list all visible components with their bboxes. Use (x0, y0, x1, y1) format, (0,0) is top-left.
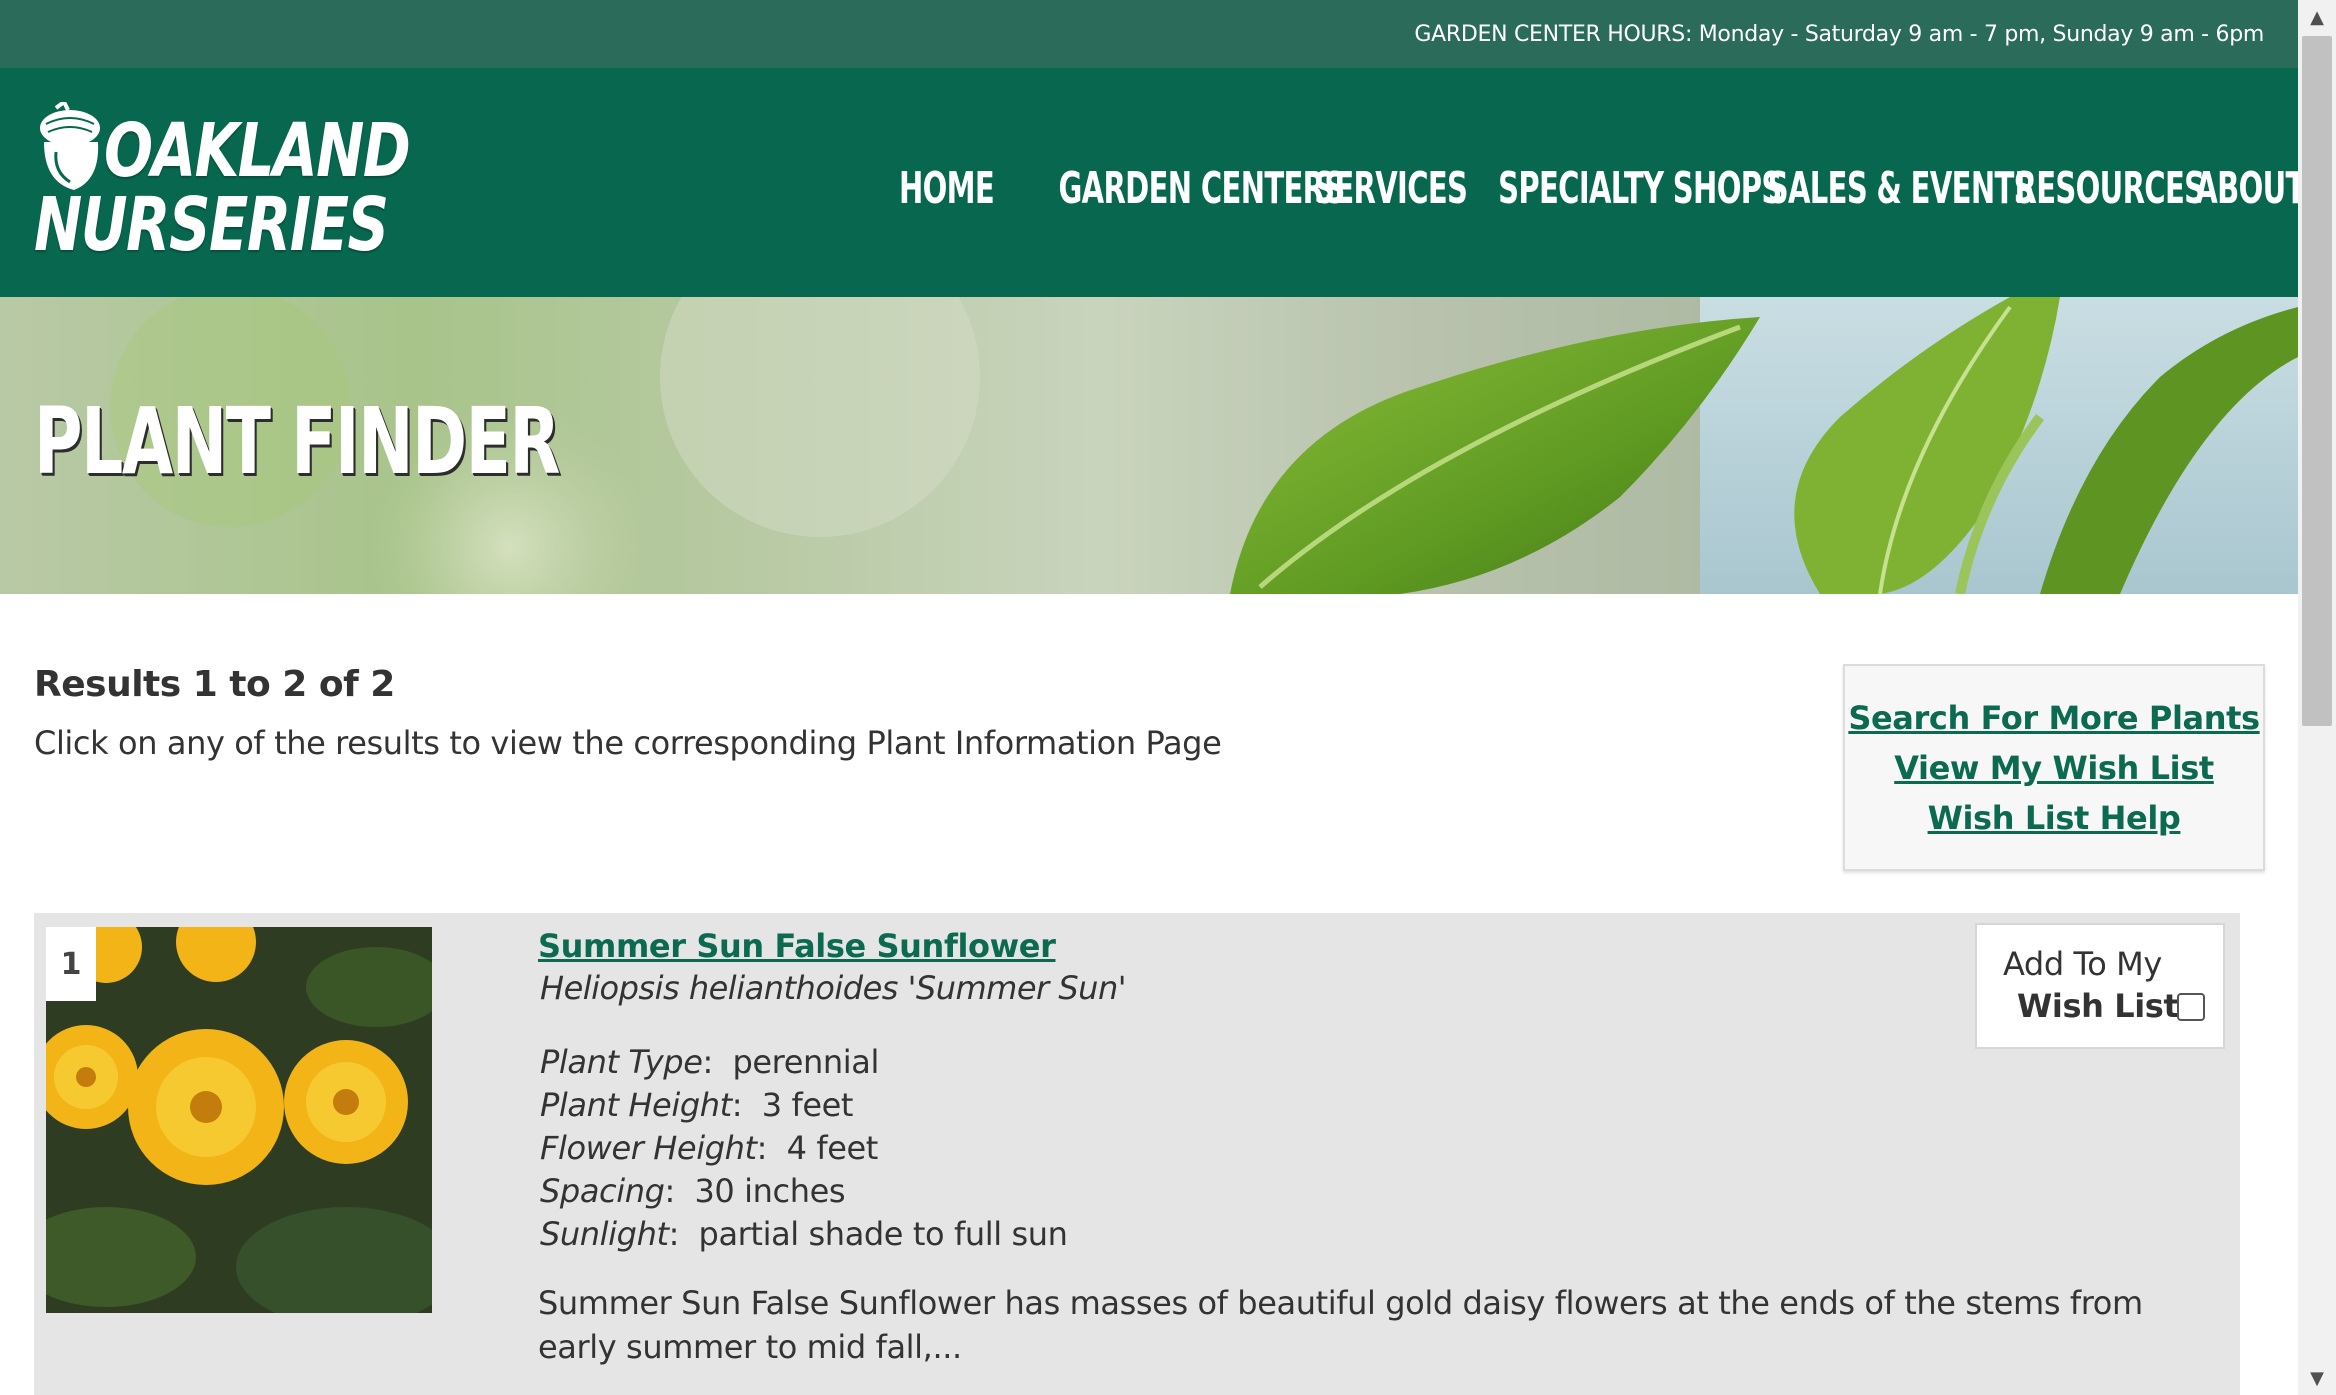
logo-text-oakland: OAKLAND (104, 108, 411, 194)
wishlist-checkbox[interactable] (2177, 993, 2205, 1021)
page-title: PLANT FINDER (34, 388, 560, 495)
nav-specialty-shops[interactable]: SPECIALTY SHOPS (1498, 164, 1782, 214)
plant-latin-name: Heliopsis helianthoides 'Summer Sun' (540, 969, 1127, 1007)
view-wish-list-link[interactable]: View My Wish List (1894, 748, 2214, 788)
scrollbar-thumb[interactable] (2302, 36, 2332, 726)
main-nav: HOME GARDEN CENTERS SERVICES SPECIALTY S… (882, 164, 2305, 214)
nav-about[interactable]: ABOUT (2195, 164, 2305, 214)
sunflower-image (46, 927, 432, 1313)
logo-text-nurseries: NURSERIES (34, 182, 389, 268)
scroll-up-arrow-icon[interactable]: ▲ (2298, 0, 2336, 34)
add-to-wishlist-box[interactable]: Add To My Wish List (1975, 923, 2225, 1049)
results-heading: Results 1 to 2 of 2 (34, 664, 395, 705)
plant-thumbnail[interactable] (46, 927, 432, 1313)
search-more-plants-link[interactable]: Search For More Plants (1848, 698, 2260, 738)
site-logo[interactable]: OAKLAND NURSERIES (34, 102, 411, 272)
nav-sales-events[interactable]: SALES & EVENTS (1768, 164, 2035, 214)
page-scrollbar[interactable]: ▲ ▼ (2298, 0, 2336, 1395)
hours-text: GARDEN CENTER HOURS: Monday - Saturday 9… (1414, 21, 2264, 47)
results-subtitle: Click on any of the results to view the … (34, 724, 1222, 762)
attr-flower-height: Flower Height: 4 feet (540, 1129, 878, 1167)
plant-description: Summer Sun False Sunflower has masses of… (538, 1284, 2143, 1366)
acorn-icon (40, 102, 100, 190)
wish-list-help-link[interactable]: Wish List Help (1928, 798, 2181, 838)
result-number: 1 (46, 927, 96, 1001)
hours-bar: GARDEN CENTER HOURS: Monday - Saturday 9… (0, 0, 2298, 68)
attr-plant-type: Plant Type: perennial (540, 1043, 879, 1081)
plant-attributes: Plant Type: perennial Plant Height: 3 fe… (540, 1041, 1068, 1256)
hero-banner: PLANT FINDER (0, 297, 2298, 594)
attr-plant-height: Plant Height: 3 feet (540, 1086, 854, 1124)
nav-services[interactable]: SERVICES (1314, 164, 1468, 214)
nav-resources[interactable]: RESOURCES (2015, 164, 2206, 214)
attr-sunlight: Sunlight: partial shade to full sun (540, 1215, 1068, 1253)
site-header: OAKLAND NURSERIES HOME GARDEN CENTERS SE… (0, 68, 2305, 297)
attr-spacing: Spacing: 30 inches (540, 1172, 846, 1210)
wishlist-label-line1: Add To My (2003, 945, 2162, 983)
nav-home[interactable]: HOME (899, 164, 995, 214)
scroll-down-arrow-icon[interactable]: ▼ (2298, 1361, 2336, 1395)
result-card[interactable]: 1 Summer Sun False Sunflower Heliopsis h… (34, 913, 2240, 1395)
wishlist-label-line2: Wish List (2017, 987, 2179, 1025)
nav-garden-centers[interactable]: GARDEN CENTERS (1058, 164, 1345, 214)
wishlist-links-box: Search For More Plants View My Wish List… (1843, 664, 2265, 871)
plant-name-link[interactable]: Summer Sun False Sunflower (538, 927, 1056, 965)
